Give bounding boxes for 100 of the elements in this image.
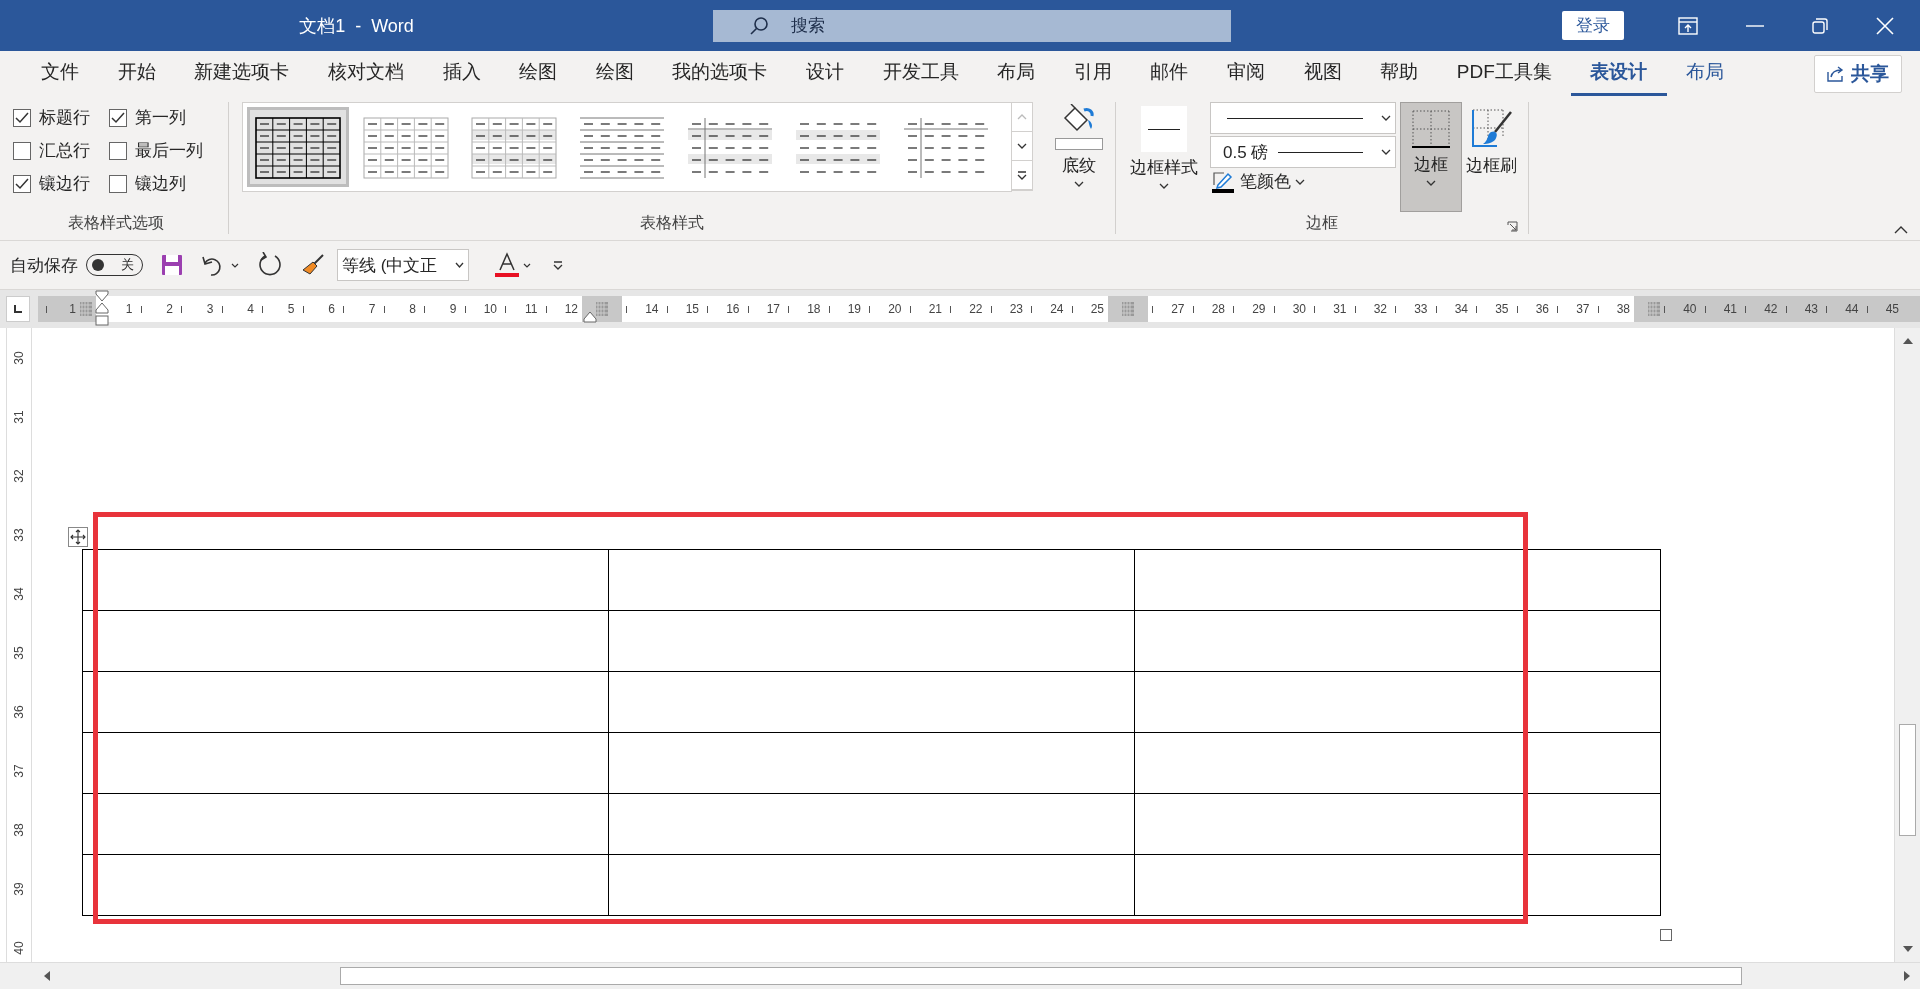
left-tab-icon <box>13 304 23 314</box>
collapse-ribbon-icon[interactable] <box>1894 226 1908 234</box>
gallery-more-button[interactable] <box>1011 161 1032 190</box>
search-field[interactable]: 搜索 <box>713 9 1231 42</box>
ruler-number: 34 <box>12 586 26 601</box>
menu-tab[interactable]: 绘图 <box>576 52 654 96</box>
menu-tab[interactable]: 开发工具 <box>863 52 978 96</box>
ruler-number: 41 <box>1723 302 1737 316</box>
menu-tab[interactable]: 布局 <box>977 52 1055 96</box>
scroll-thumb[interactable] <box>340 967 1742 985</box>
table-move-handle-icon[interactable] <box>68 527 88 547</box>
indent-marker-icon[interactable] <box>95 290 109 326</box>
border-painter-button[interactable]: 边框刷 <box>1466 102 1517 177</box>
ruler-number: 45 <box>1885 302 1899 316</box>
menu-tab[interactable]: 文件 <box>22 52 99 96</box>
caret-icon[interactable] <box>523 262 531 268</box>
vertical-scrollbar[interactable] <box>1894 328 1920 962</box>
scroll-left-icon[interactable] <box>44 971 50 981</box>
ruler-number: 33 <box>1414 302 1428 316</box>
scroll-thumb[interactable] <box>1899 724 1916 836</box>
menu-tab[interactable]: 新建选项卡 <box>175 52 309 96</box>
ruler-number: 8 <box>409 302 416 316</box>
scroll-up-icon[interactable] <box>1902 338 1913 344</box>
ruler-number: 18 <box>807 302 821 316</box>
column-marker-icon[interactable] <box>1122 302 1134 316</box>
menu-tab[interactable]: PDF工具集 <box>1437 52 1572 96</box>
menu-tab[interactable]: 我的选项卡 <box>653 52 787 96</box>
format-painter-icon[interactable] <box>301 254 325 276</box>
caret-icon[interactable] <box>231 262 239 268</box>
caret-icon <box>1159 183 1169 189</box>
share-button[interactable]: 共享 <box>1814 55 1902 93</box>
pen-color-button[interactable]: 笔颜色 <box>1212 170 1396 193</box>
ruler-number: 4 <box>247 302 254 316</box>
menu-tab[interactable]: 邮件 <box>1131 52 1208 96</box>
sign-in-button[interactable]: 登录 <box>1562 11 1624 40</box>
menu-tab[interactable]: 核对文档 <box>308 52 424 96</box>
shading-button[interactable]: 底纹 <box>1054 102 1103 187</box>
ruler-number: 40 <box>1683 302 1697 316</box>
menu-tab[interactable]: 引用 <box>1054 52 1132 96</box>
option-checkbox[interactable]: 最后一列 <box>109 139 219 162</box>
restore-icon[interactable] <box>1812 17 1828 34</box>
ruler-number: 35 <box>12 645 26 660</box>
check-icon <box>111 111 125 124</box>
table-style-thumbnail[interactable] <box>246 107 349 187</box>
option-checkbox[interactable]: 镶边行 <box>13 172 109 195</box>
scroll-down-icon[interactable] <box>1902 946 1913 952</box>
ruler-number: 38 <box>12 822 26 837</box>
menu-tab[interactable]: 布局 <box>1666 52 1744 96</box>
caret-icon <box>1295 178 1305 185</box>
tab-selector[interactable] <box>6 296 30 322</box>
borders-button[interactable]: 边框 <box>1400 102 1462 212</box>
scroll-right-icon[interactable] <box>1904 971 1910 981</box>
redo-icon[interactable] <box>257 252 283 278</box>
close-icon[interactable] <box>1876 16 1894 35</box>
menu-tab[interactable]: 表设计 <box>1571 52 1667 96</box>
option-checkbox[interactable]: 标题行 <box>13 106 109 129</box>
ruler-number: 27 <box>1171 302 1185 316</box>
option-checkbox[interactable]: 镶边列 <box>109 172 219 195</box>
font-dropdown[interactable]: 等线 (中文正 <box>337 249 469 281</box>
ruler-number: 24 <box>1050 302 1064 316</box>
search-icon <box>749 15 769 36</box>
minimize-icon[interactable] <box>1746 24 1764 27</box>
menu-tab[interactable]: 设计 <box>786 52 864 96</box>
caret-icon <box>1016 114 1027 120</box>
caret-icon <box>455 262 464 268</box>
line-weight-dropdown[interactable]: 0.5 磅 <box>1210 136 1396 168</box>
ruler-number: 28 <box>1211 302 1225 316</box>
ruler-number: 36 <box>12 704 26 719</box>
group-caption: 边框 <box>1306 213 1338 233</box>
ruler-number: 3 <box>206 302 214 316</box>
ruler-number: 30 <box>12 350 26 365</box>
dialog-launcher-icon[interactable] <box>1507 221 1518 232</box>
line-style-dropdown[interactable] <box>1210 102 1396 134</box>
option-checkbox[interactable]: 汇总行 <box>13 139 109 162</box>
ruler-number: 29 <box>1252 302 1266 316</box>
font-color-icon[interactable] <box>495 252 519 278</box>
ruler-number: 14 <box>645 302 659 316</box>
menu-tab[interactable]: 插入 <box>423 52 500 96</box>
column-marker-icon[interactable] <box>1648 302 1660 316</box>
scroll-down-button[interactable] <box>1011 132 1032 161</box>
ruler-number: 38 <box>1616 302 1630 316</box>
menu-tab[interactable]: 帮助 <box>1360 52 1438 96</box>
menu-tab[interactable]: 审阅 <box>1207 52 1285 96</box>
customize-toolbar-icon[interactable] <box>553 260 563 270</box>
border-styles-button[interactable]: 边框样式 <box>1122 102 1206 189</box>
ruler-number: 1 <box>69 302 76 316</box>
menu-tab[interactable]: 绘图 <box>499 52 577 96</box>
save-icon[interactable] <box>161 254 183 276</box>
ruler-number: 31 <box>1333 302 1347 316</box>
option-checkbox[interactable]: 第一列 <box>109 106 219 129</box>
column-marker-icon[interactable] <box>596 302 608 316</box>
menu-tab[interactable]: 开始 <box>98 52 176 96</box>
column-marker-icon[interactable] <box>80 302 92 316</box>
ribbon-display-icon[interactable] <box>1678 16 1698 35</box>
indent-marker-icon[interactable] <box>583 311 597 323</box>
ruler-number: 33 <box>12 527 26 542</box>
ruler-number: 23 <box>1009 302 1023 316</box>
ruler-number: 7 <box>368 302 376 316</box>
menu-tab[interactable]: 视图 <box>1284 52 1361 96</box>
table-resize-handle[interactable] <box>1660 929 1672 941</box>
